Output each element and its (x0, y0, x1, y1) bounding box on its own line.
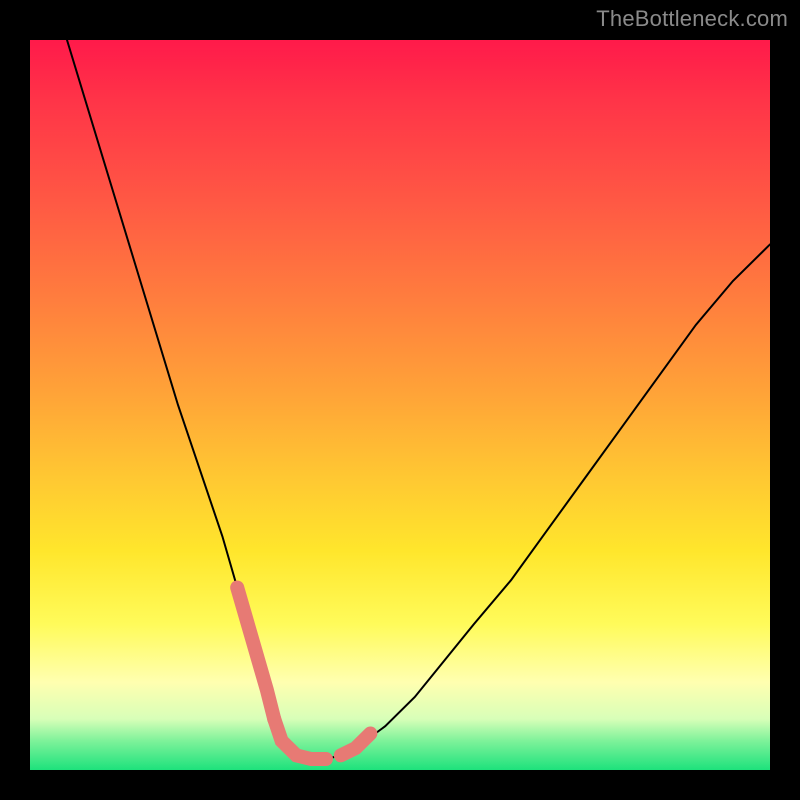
highlight-left-descent (237, 588, 274, 719)
highlight-right-ascent (341, 734, 371, 756)
bottleneck-curve (67, 40, 770, 759)
plot-area (30, 40, 770, 770)
curve-overlay (30, 40, 770, 770)
highlight-bottom (274, 719, 326, 759)
watermark-text: TheBottleneck.com (596, 6, 788, 32)
chart-frame: TheBottleneck.com (0, 0, 800, 800)
